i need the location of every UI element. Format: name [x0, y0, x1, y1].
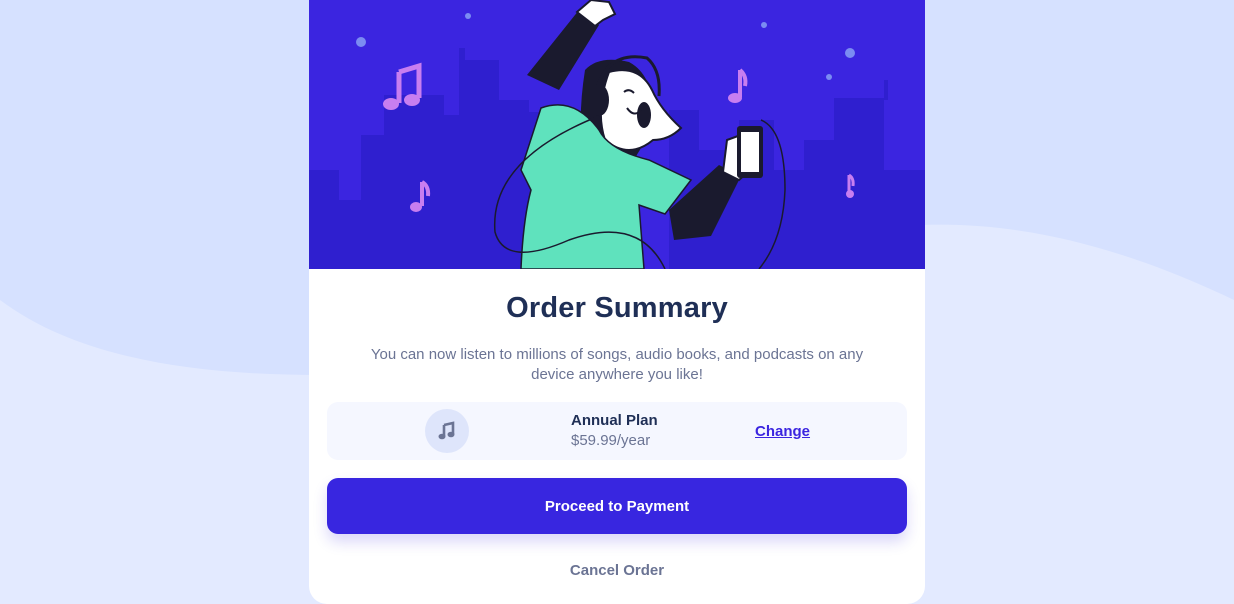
- page-title: Order Summary: [506, 292, 728, 324]
- music-note-icon: [425, 409, 469, 453]
- plan-name: Annual Plan: [571, 412, 658, 429]
- change-plan-link[interactable]: Change: [755, 423, 810, 440]
- cancel-order-button[interactable]: Cancel Order: [327, 556, 907, 584]
- summary-description: You can now listen to millions of songs,…: [370, 346, 864, 383]
- plan-summary: Annual Plan $59.99/year Change: [327, 402, 907, 460]
- plan-price: $59.99/year: [571, 432, 651, 449]
- hero-illustration: [309, 0, 925, 269]
- order-summary-card: Order Summary You can now listen to mill…: [309, 0, 925, 604]
- proceed-to-payment-button[interactable]: Proceed to Payment: [327, 478, 907, 534]
